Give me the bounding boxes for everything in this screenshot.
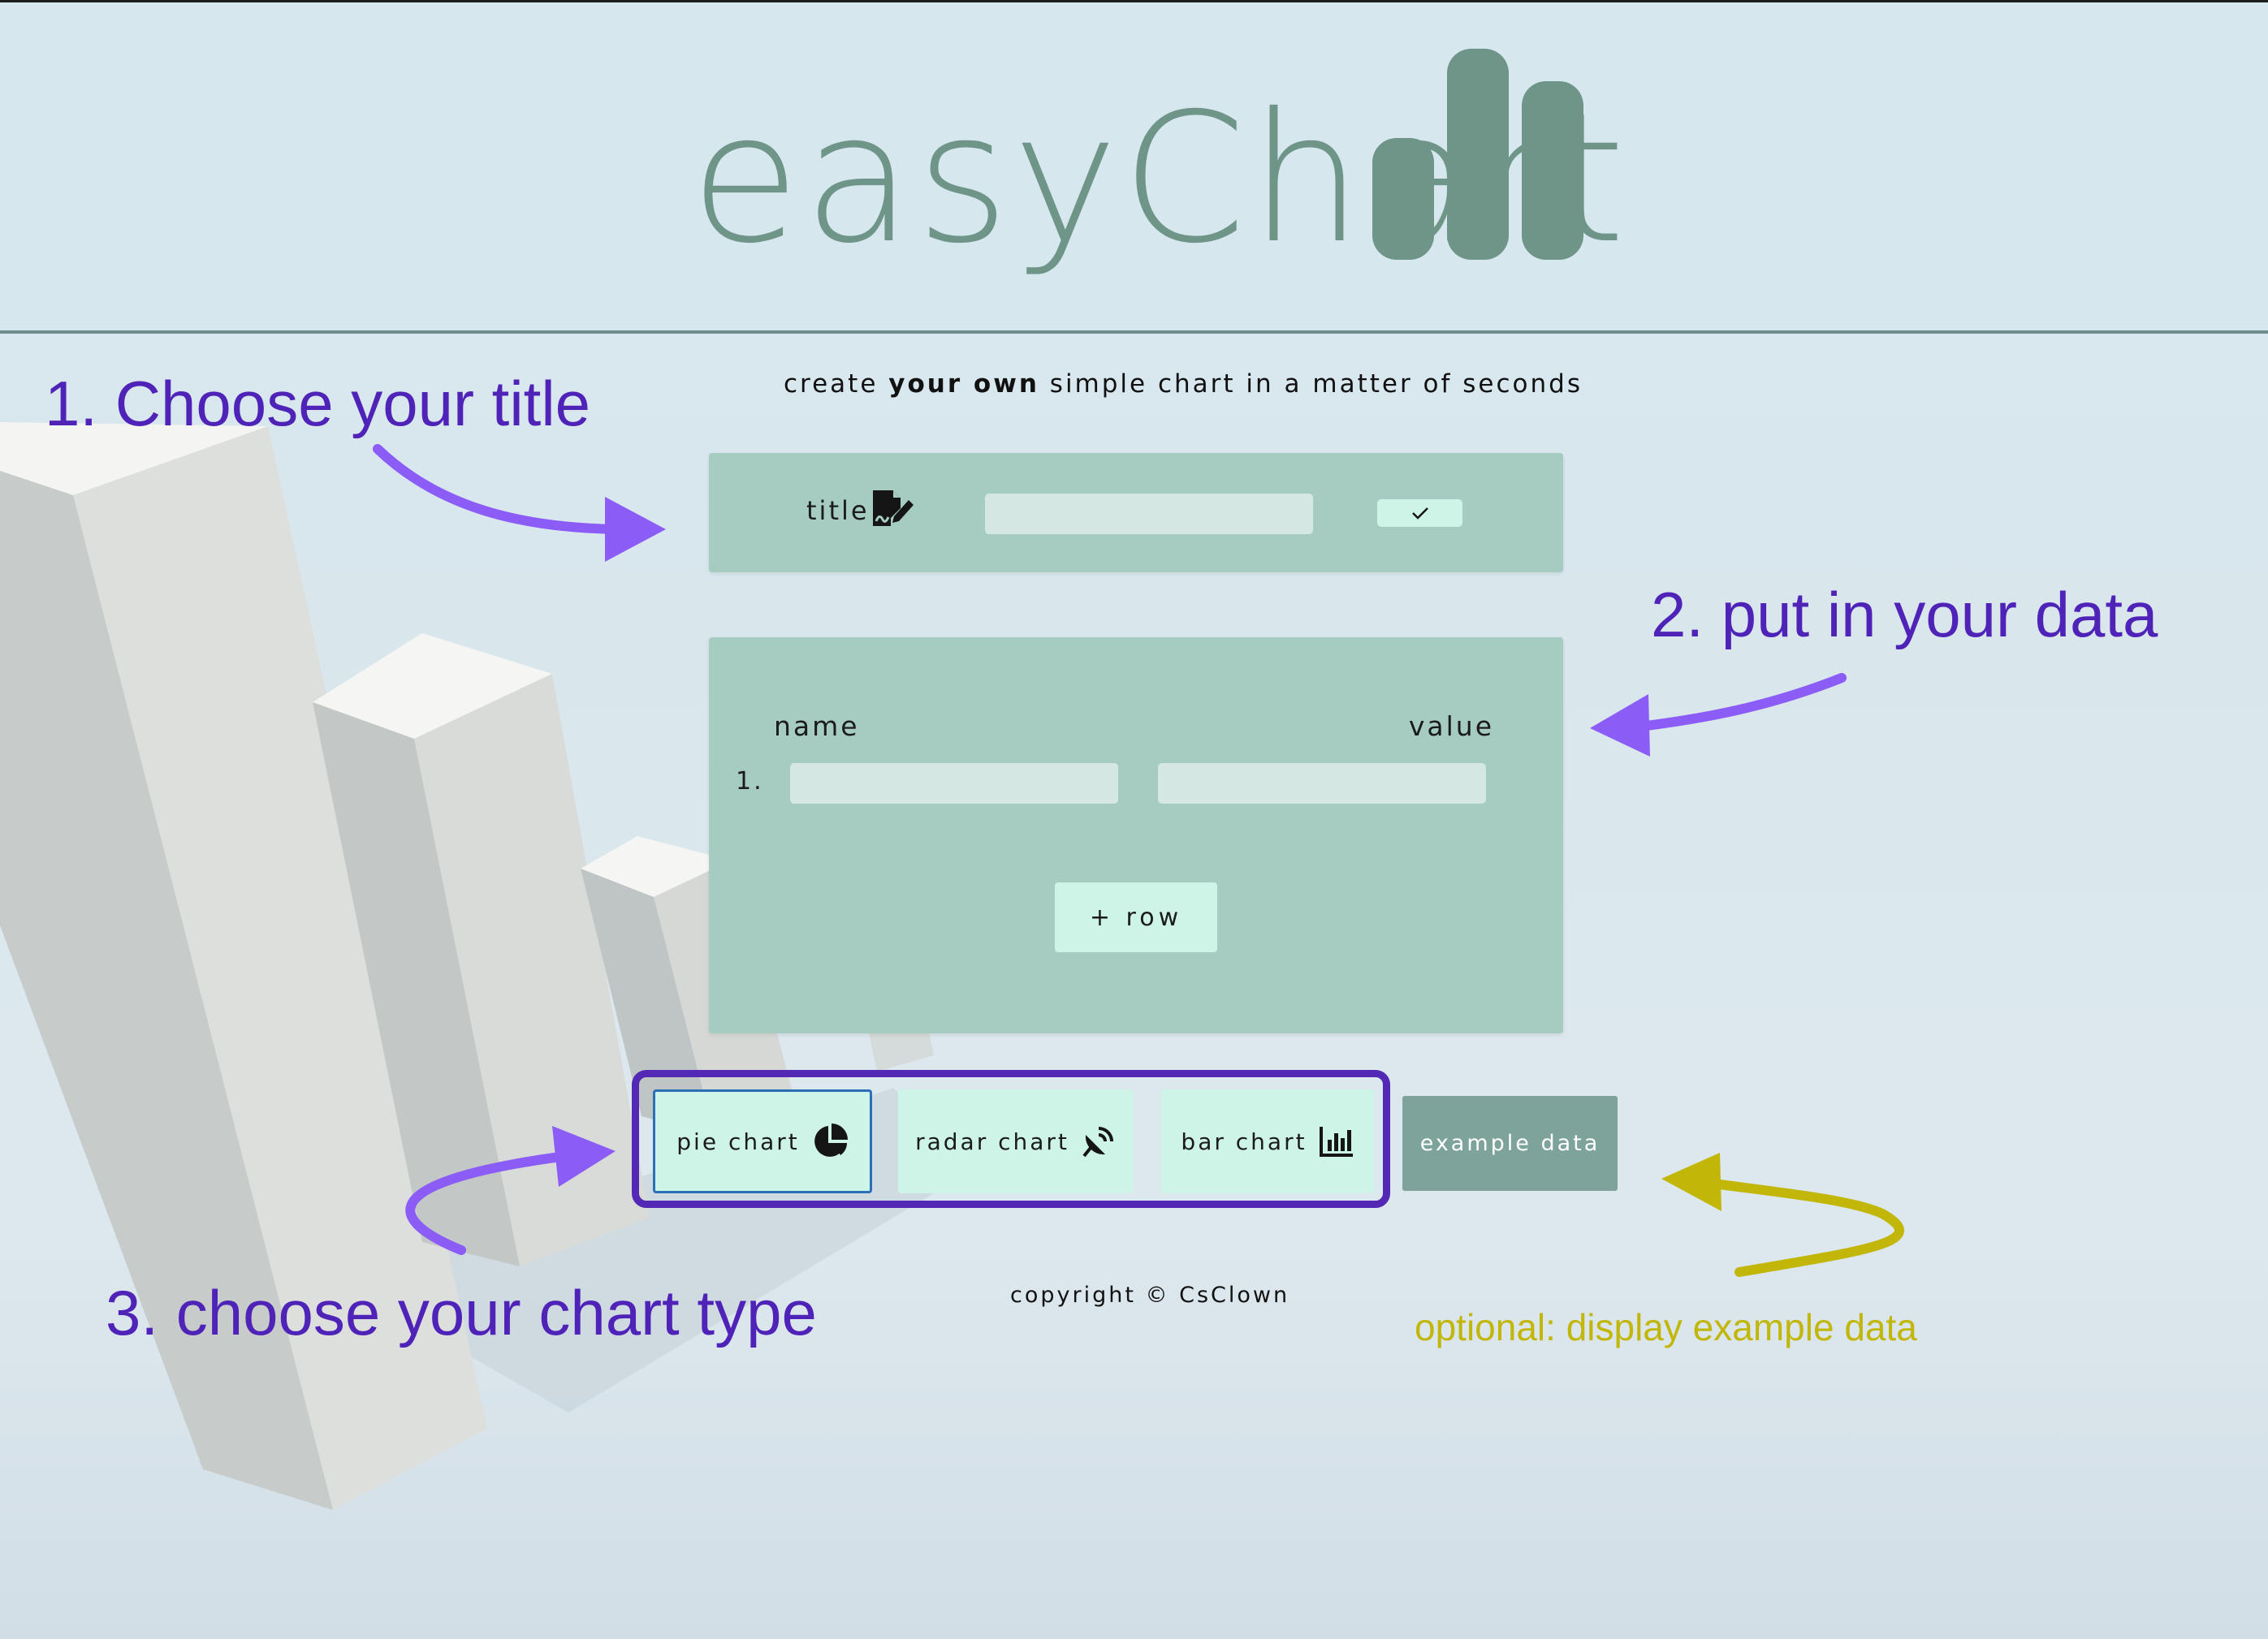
pie-chart-button[interactable]: pie chart: [653, 1089, 872, 1193]
pie-chart-icon: [814, 1124, 848, 1157]
tagline-bold: your own: [888, 369, 1039, 399]
title-panel: title: [709, 453, 1563, 572]
annotation-optional: optional: display example data: [1415, 1306, 1917, 1348]
data-panel: name value 1. + row: [709, 637, 1563, 1033]
arrow-optional-head: [1661, 1153, 1722, 1211]
tagline-post: simple chart in a matter of seconds: [1039, 369, 1583, 399]
row-number: 1.: [736, 767, 764, 796]
tagline: create your own simple chart in a matter…: [784, 369, 1583, 399]
pie-chart-label: pie chart: [676, 1128, 800, 1155]
row-value-input[interactable]: [1158, 763, 1486, 804]
title-label: title: [806, 495, 870, 526]
radar-chart-label: radar chart: [915, 1128, 1069, 1155]
file-signature-icon: [873, 490, 914, 526]
bar-chart-button[interactable]: bar chart: [1161, 1089, 1374, 1193]
column-header-name: name: [774, 710, 860, 742]
bar-chart-logo-icon: [1372, 49, 1583, 260]
annotation-step-2: 2. put in your data: [1651, 579, 2158, 650]
confirm-title-button[interactable]: [1377, 499, 1462, 527]
arrow-step-2-head: [1590, 694, 1650, 757]
arrow-optional: [1709, 1179, 1904, 1277]
tagline-pre: create: [784, 369, 889, 399]
copyright: copyright © CsClown: [1010, 1283, 1290, 1308]
row-name-input[interactable]: [790, 763, 1118, 804]
column-header-value: value: [1408, 710, 1494, 742]
header-divider: [0, 330, 2268, 334]
annotation-step-1: 1. Choose your title: [45, 368, 591, 439]
arrow-step-2: [1635, 673, 1847, 731]
add-row-button[interactable]: + row: [1055, 882, 1217, 952]
bar-chart-label: bar chart: [1181, 1128, 1307, 1155]
radar-chart-button[interactable]: radar chart: [898, 1089, 1134, 1193]
example-data-button[interactable]: example data: [1402, 1096, 1618, 1191]
bar-chart-icon: [1319, 1127, 1353, 1157]
satellite-dish-icon: [1082, 1127, 1113, 1158]
annotation-step-3: 3. choose your chart type: [106, 1277, 817, 1348]
title-input[interactable]: [985, 494, 1313, 534]
checkmark-icon: [1411, 507, 1428, 520]
